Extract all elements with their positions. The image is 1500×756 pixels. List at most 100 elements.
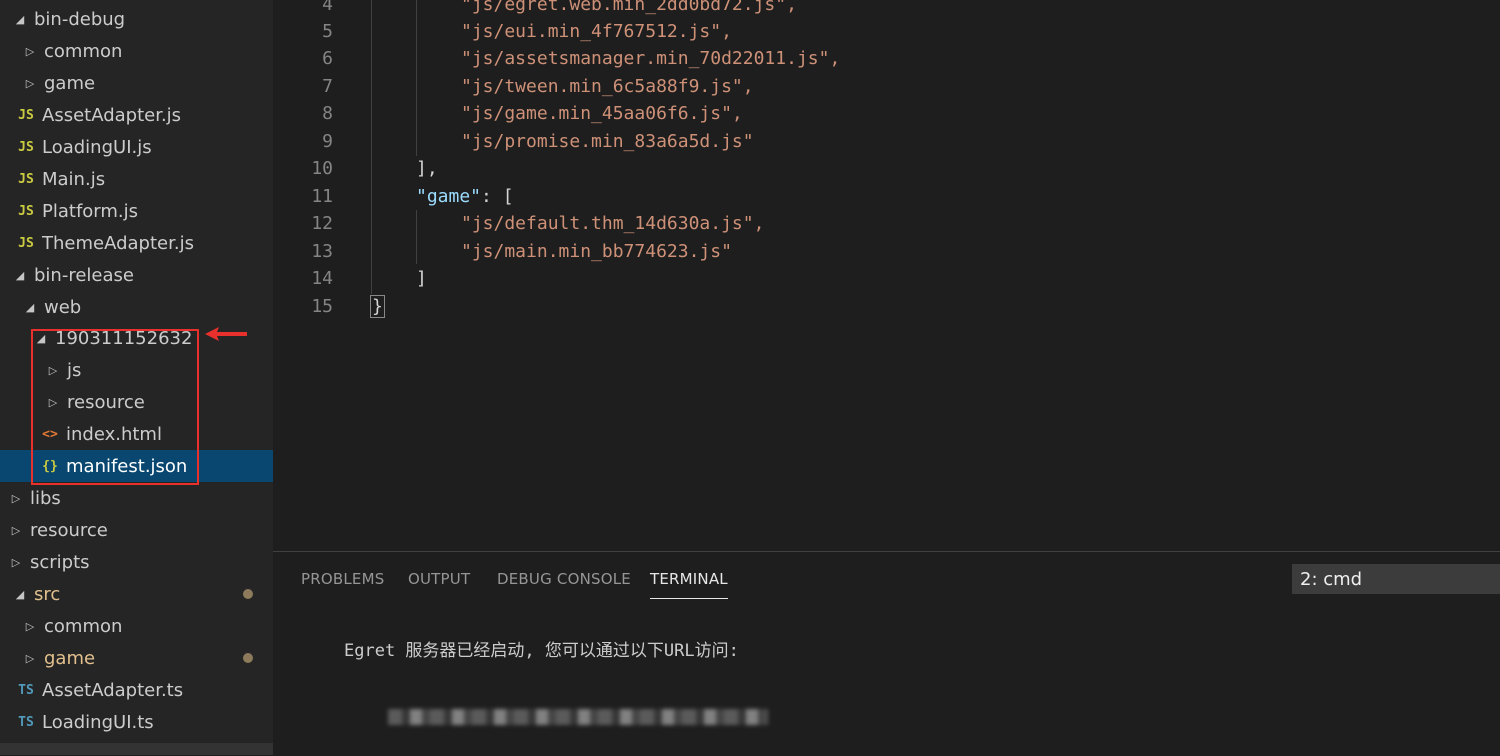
modified-dot-icon bbox=[243, 653, 253, 663]
tree-item-label: index.html bbox=[66, 423, 162, 445]
tree-item-label: AssetAdapter.js bbox=[42, 104, 182, 126]
line-number: 9 bbox=[322, 131, 333, 152]
chevron-down-icon: ◢ bbox=[15, 268, 25, 282]
tree-item-game[interactable]: ▷ game bbox=[0, 67, 273, 99]
chevron-right-icon: ▷ bbox=[11, 491, 21, 505]
js-file-icon: JS bbox=[18, 107, 34, 123]
code-text: "js/promise.min_83a6a5d.js" bbox=[461, 131, 754, 152]
bottom-panel: PROBLEMS OUTPUT DEBUG CONSOLE TERMINAL 2… bbox=[273, 551, 1500, 756]
tab-debug-console[interactable]: DEBUG CONSOLE bbox=[497, 570, 631, 588]
code-line: 9 "js/promise.min_83a6a5d.js" bbox=[273, 128, 1500, 155]
line-number: 12 bbox=[311, 213, 333, 234]
tree-item-resource-root[interactable]: ▷ resource bbox=[0, 514, 273, 546]
json-key: "game" bbox=[416, 186, 482, 207]
code-text: "js/main.min_bb774623.js" bbox=[461, 241, 732, 262]
line-number: 11 bbox=[311, 186, 333, 207]
tree-item-themeadapter-js[interactable]: JS ThemeAdapter.js bbox=[0, 227, 273, 259]
terminal-selector[interactable]: 2: cmd bbox=[1292, 564, 1500, 594]
chevron-down-icon: ◢ bbox=[25, 300, 35, 314]
tree-item-label: LoadingUI.ts bbox=[42, 711, 154, 733]
tree-item-loadingui-js[interactable]: JS LoadingUI.js bbox=[0, 131, 273, 163]
code-line: 8 "js/game.min_45aa06f6.js", bbox=[273, 100, 1500, 127]
tree-item-web[interactable]: ◢ web bbox=[0, 291, 273, 323]
tree-item-label: bin-debug bbox=[34, 8, 126, 30]
js-file-icon: JS bbox=[18, 139, 34, 155]
tree-item-label: bin-release bbox=[34, 264, 134, 286]
js-file-icon: JS bbox=[18, 203, 34, 219]
code-text: "js/game.min_45aa06f6.js", bbox=[461, 103, 743, 124]
tree-item-common[interactable]: ▷ common bbox=[0, 35, 273, 67]
modified-dot-icon bbox=[243, 589, 253, 599]
tree-item-common-src[interactable]: ▷ common bbox=[0, 610, 273, 642]
code-text: "js/assetsmanager.min_70d22011.js", bbox=[461, 48, 841, 69]
tree-item-main-js[interactable]: JS Main.js bbox=[0, 163, 273, 195]
line-number: 4 bbox=[322, 0, 333, 15]
tree-item-label: src bbox=[34, 583, 61, 605]
code-line: 11 "game": [ bbox=[273, 183, 1500, 210]
chevron-right-icon: ▷ bbox=[25, 44, 35, 58]
tree-item-label: game bbox=[44, 72, 96, 94]
tree-item-label: js bbox=[67, 359, 82, 381]
tab-problems[interactable]: PROBLEMS bbox=[301, 570, 384, 588]
terminal-selector-label: 2: cmd bbox=[1300, 568, 1363, 590]
chevron-right-icon: ▷ bbox=[11, 555, 21, 569]
html-file-icon: <> bbox=[42, 426, 58, 442]
js-file-icon: JS bbox=[18, 235, 34, 251]
terminal-output-line: Egret 服务器已经启动, 您可以通过以下URL访问: bbox=[344, 641, 739, 661]
code-line: 7 "js/tween.min_6c5a88f9.js", bbox=[273, 73, 1500, 100]
tree-item-manifest-json[interactable]: {} manifest.json bbox=[0, 450, 273, 482]
tree-item-src[interactable]: ◢ src bbox=[0, 578, 273, 610]
tree-item-label: common bbox=[44, 40, 123, 62]
chevron-right-icon: ▷ bbox=[25, 619, 35, 633]
tree-item-label: LoadingUI.js bbox=[42, 136, 152, 158]
code-text: ] bbox=[416, 268, 427, 289]
red-arrow-icon bbox=[205, 327, 247, 341]
tree-item-loadingui-ts[interactable]: TS LoadingUI.ts bbox=[0, 706, 273, 738]
chevron-right-icon: ▷ bbox=[25, 76, 35, 90]
code-line: 14 ] bbox=[273, 265, 1500, 292]
sidebar-scrollbar[interactable] bbox=[0, 743, 273, 755]
chevron-down-icon: ◢ bbox=[15, 587, 25, 601]
code-line: 15 } bbox=[273, 293, 1500, 320]
tree-item-assetadapter-ts[interactable]: TS AssetAdapter.ts bbox=[0, 674, 273, 706]
code-line: 6 "js/assetsmanager.min_70d22011.js", bbox=[273, 45, 1500, 72]
tree-item-game-src[interactable]: ▷ game bbox=[0, 642, 273, 674]
tree-item-label: resource bbox=[67, 391, 145, 413]
explorer-sidebar: ◢ bin-debug ▷ common ▷ game JS AssetAdap… bbox=[0, 0, 273, 755]
tree-item-index-html[interactable]: <> index.html bbox=[0, 418, 273, 450]
tree-item-label: game bbox=[44, 647, 96, 669]
chevron-down-icon: ◢ bbox=[15, 12, 25, 26]
tree-item-label: resource bbox=[30, 519, 108, 541]
line-number: 6 bbox=[322, 48, 333, 69]
tab-terminal[interactable]: TERMINAL bbox=[650, 570, 728, 599]
tree-item-label: Main.js bbox=[42, 168, 106, 190]
redacted-url bbox=[388, 709, 768, 725]
line-number: 14 bbox=[311, 268, 333, 289]
tree-item-js[interactable]: ▷ js bbox=[0, 354, 273, 386]
code-text: "js/default.thm_14d630a.js", bbox=[461, 213, 765, 234]
line-number: 10 bbox=[311, 158, 333, 179]
code-text: ], bbox=[416, 158, 438, 179]
code-line: 13 "js/main.min_bb774623.js" bbox=[273, 238, 1500, 265]
code-line: 12 "js/default.thm_14d630a.js", bbox=[273, 210, 1500, 237]
tree-item-label: 190311152632 bbox=[55, 327, 193, 349]
tab-output[interactable]: OUTPUT bbox=[408, 570, 470, 588]
tree-item-platform-js[interactable]: JS Platform.js bbox=[0, 195, 273, 227]
tree-item-label: web bbox=[44, 296, 82, 318]
code-line: 5 "js/eui.min_4f767512.js", bbox=[273, 18, 1500, 45]
chevron-right-icon: ▷ bbox=[48, 363, 58, 377]
tree-item-libs[interactable]: ▷ libs bbox=[0, 482, 273, 514]
js-file-icon: JS bbox=[18, 171, 34, 187]
code-text: "game": [ bbox=[416, 186, 514, 207]
ts-file-icon: TS bbox=[18, 682, 34, 698]
code-text: "js/tween.min_6c5a88f9.js", bbox=[461, 76, 754, 97]
code-editor[interactable]: 4 "js/egret.web.min_2dd0bd72.js", 5 "js/… bbox=[273, 0, 1500, 550]
tree-item-label: ThemeAdapter.js bbox=[42, 232, 194, 254]
tree-item-scripts[interactable]: ▷ scripts bbox=[0, 546, 273, 578]
tree-item-bin-release[interactable]: ◢ bin-release bbox=[0, 259, 273, 291]
tree-item-assetadapter-js[interactable]: JS AssetAdapter.js bbox=[0, 99, 273, 131]
tree-item-resource[interactable]: ▷ resource bbox=[0, 386, 273, 418]
tree-item-bin-debug[interactable]: ◢ bin-debug bbox=[0, 3, 273, 35]
chevron-down-icon: ◢ bbox=[36, 331, 46, 345]
line-number: 8 bbox=[322, 103, 333, 124]
